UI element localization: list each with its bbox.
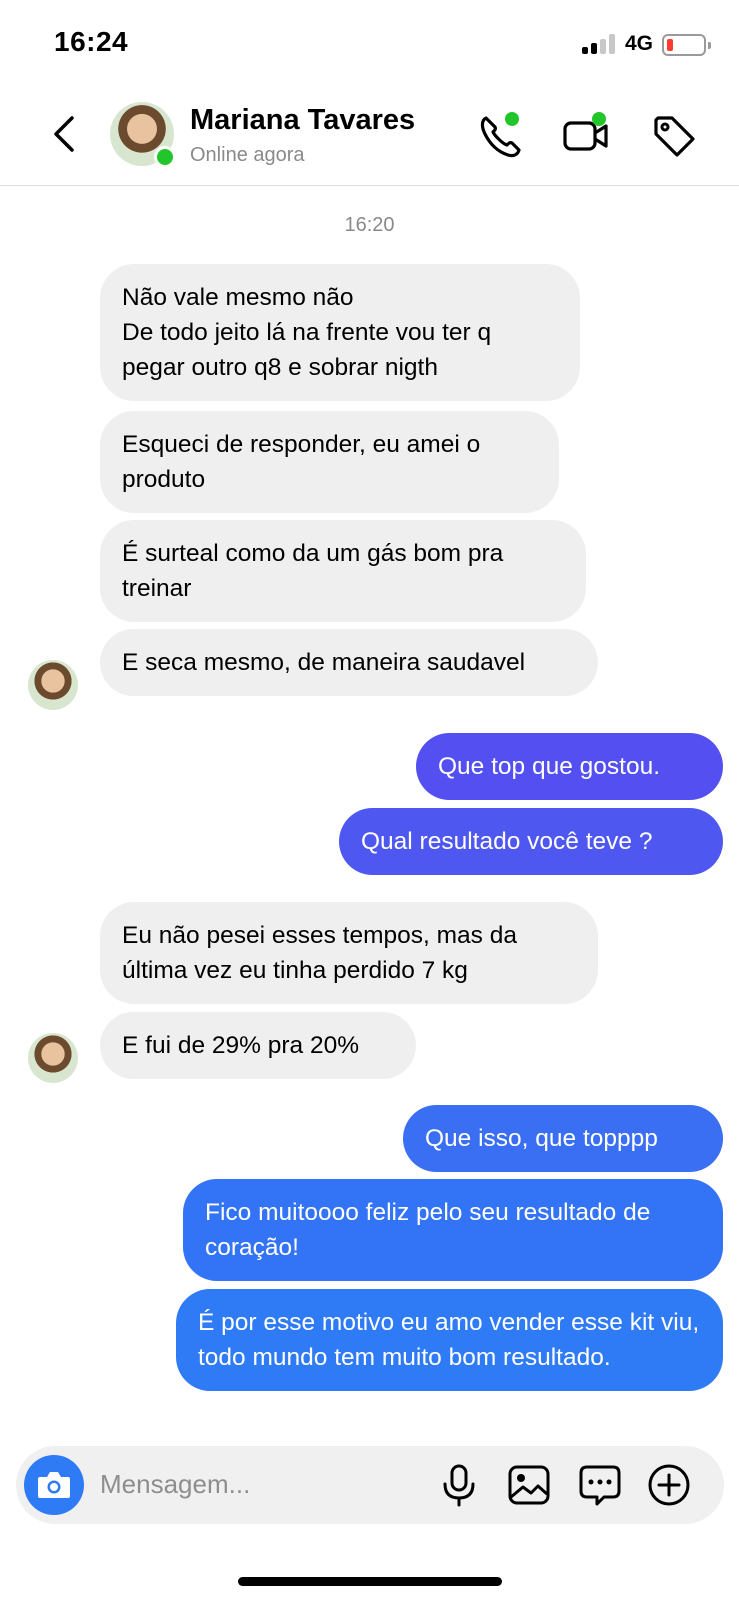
status-bar: 16:24 4G bbox=[0, 0, 739, 88]
message-bubble-outgoing[interactable]: Que isso, que topppp bbox=[403, 1105, 723, 1172]
message-text: Que isso, que topppp bbox=[425, 1125, 658, 1152]
message-text: Não vale mesmo não De todo jeito lá na f… bbox=[122, 284, 492, 381]
message-input[interactable]: Mensagem... bbox=[100, 1469, 250, 1500]
message-bubble-incoming[interactable]: E fui de 29% pra 20% bbox=[100, 1012, 416, 1079]
message-bubble-incoming[interactable]: Esqueci de responder, eu amei o produto bbox=[100, 411, 559, 513]
contact-name[interactable]: Mariana Tavares bbox=[190, 104, 415, 137]
message-text: Que top que gostou. bbox=[438, 753, 661, 780]
message-bubble-outgoing[interactable]: Que top que gostou. bbox=[416, 733, 723, 800]
message-bubble-outgoing[interactable]: Qual resultado você teve ? bbox=[339, 808, 723, 875]
sticker-chat-icon[interactable] bbox=[577, 1462, 623, 1508]
message-text: Esqueci de responder, eu amei o produto bbox=[122, 431, 481, 493]
call-active-dot bbox=[505, 112, 519, 126]
camera-icon bbox=[38, 1472, 70, 1498]
home-indicator bbox=[238, 1577, 502, 1586]
signal-icon bbox=[582, 34, 618, 54]
plus-icon[interactable] bbox=[646, 1462, 692, 1508]
status-time: 16:24 bbox=[54, 26, 129, 57]
contact-avatar-small[interactable] bbox=[28, 660, 78, 710]
message-text: Eu não pesei esses tempos, mas da última… bbox=[122, 922, 517, 984]
tag-icon[interactable] bbox=[650, 112, 698, 160]
message-text: É por esse motivo eu amo vender esse kit… bbox=[198, 1309, 700, 1371]
message-text: Qual resultado você teve ? bbox=[361, 828, 653, 855]
gallery-icon[interactable] bbox=[506, 1462, 552, 1508]
online-indicator bbox=[154, 146, 176, 168]
contact-avatar-small[interactable] bbox=[28, 1033, 78, 1083]
message-bubble-incoming[interactable]: Eu não pesei esses tempos, mas da última… bbox=[100, 902, 598, 1004]
message-bubble-incoming[interactable]: Não vale mesmo não De todo jeito lá na f… bbox=[100, 264, 580, 401]
message-text: E fui de 29% pra 20% bbox=[122, 1032, 359, 1059]
contact-status: Online agora bbox=[190, 144, 305, 166]
microphone-icon[interactable] bbox=[436, 1462, 482, 1508]
network-label: 4G bbox=[625, 32, 654, 55]
battery-icon bbox=[662, 34, 711, 56]
message-bubble-incoming[interactable]: É surteal como da um gás bom pra treinar bbox=[100, 520, 586, 622]
video-active-dot bbox=[592, 112, 606, 126]
back-icon[interactable] bbox=[46, 110, 82, 158]
message-text: Fico muitoooo feliz pelo seu resultado d… bbox=[205, 1199, 651, 1261]
camera-button[interactable] bbox=[24, 1455, 84, 1515]
message-bubble-incoming[interactable]: E seca mesmo, de maneira saudavel bbox=[100, 629, 598, 696]
chat-header: Mariana Tavares Online agora bbox=[0, 88, 739, 186]
message-text: É surteal como da um gás bom pra treinar bbox=[122, 540, 504, 602]
message-text: E seca mesmo, de maneira saudavel bbox=[122, 649, 526, 676]
message-bubble-outgoing[interactable]: É por esse motivo eu amo vender esse kit… bbox=[176, 1289, 723, 1391]
chat-timestamp: 16:20 bbox=[344, 214, 395, 236]
message-composer: Mensagem... bbox=[16, 1446, 724, 1524]
message-bubble-outgoing[interactable]: Fico muitoooo feliz pelo seu resultado d… bbox=[183, 1179, 723, 1281]
